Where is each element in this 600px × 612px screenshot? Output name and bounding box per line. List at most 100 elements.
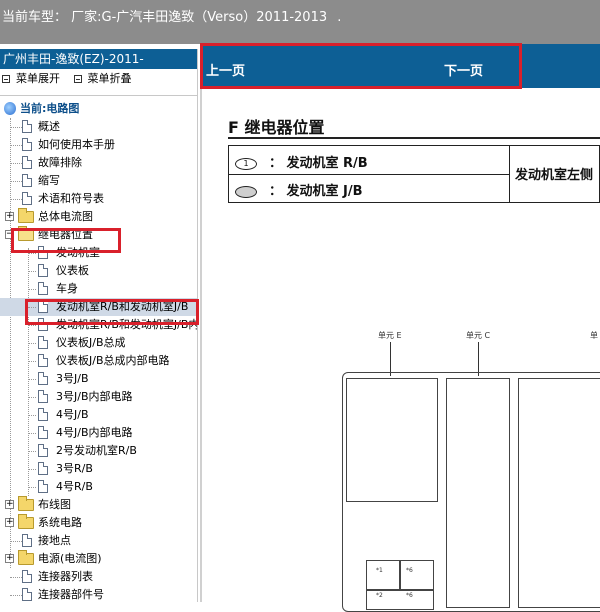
fuse-cell <box>366 560 400 590</box>
tree-connector <box>28 433 36 434</box>
tree-connector <box>28 469 36 470</box>
tree-connector <box>28 289 36 290</box>
marker-oval-filled-icon <box>235 185 257 198</box>
tree-item-label: 仪表板J/B总成内部电路 <box>56 354 170 367</box>
tree-item-label: 布线图 <box>38 498 71 511</box>
title-prefix: 当前车型： <box>2 10 68 25</box>
tree-item-label: 连接器列表 <box>38 570 93 583</box>
tree-connector <box>28 325 36 326</box>
legend-location: 发动机室左侧 <box>515 168 594 183</box>
document-viewer: 上一页 下一页 F 继电器位置 1： 发动机室 R/B ： 发动机室 J/B 发… <box>200 44 600 612</box>
sidebar-header: 广州丰田-逸致(EZ)-2011- <box>0 49 197 69</box>
menu-controls: 菜单展开 菜单折叠 <box>0 69 197 89</box>
folder-icon <box>18 208 34 223</box>
tree-view: 当前:电路图 概述 如何使用本手册 故障排除 缩写 术语和符号表 + 总体电流图… <box>0 100 197 602</box>
tree-root-label: 当前:电路图 <box>20 102 80 115</box>
tree-item-rb4[interactable]: 4号R/B <box>0 478 197 496</box>
tree-item-label: 接地点 <box>38 534 71 547</box>
tree-item-label: 总体电流图 <box>38 210 93 223</box>
tree-item-label: 4号J/B内部电路 <box>56 426 133 439</box>
expand-all-button[interactable]: 菜单展开 <box>2 69 60 89</box>
tree-item-jb4-internal[interactable]: 4号J/B内部电路 <box>0 424 197 442</box>
expand-plus-icon[interactable]: + <box>5 212 14 221</box>
marker-oval-icon: 1 <box>235 157 257 170</box>
document-icon <box>38 390 48 403</box>
highlight-relay-location <box>11 228 121 253</box>
unit-e-block <box>346 378 438 502</box>
folder-icon <box>18 514 34 529</box>
tree-item-troubleshooting[interactable]: 故障排除 <box>0 154 197 172</box>
fuse-cell <box>400 560 434 590</box>
tree-connector <box>28 487 36 488</box>
title-suffix: . <box>337 10 342 25</box>
unit-label: 单元 E <box>378 331 402 340</box>
tree-item-connector-list[interactable]: 连接器列表 <box>0 568 197 586</box>
tree-item-system-circuits[interactable]: + 系统电路 <box>0 514 197 532</box>
collapse-square-icon <box>73 75 82 83</box>
document-icon <box>22 138 32 151</box>
expand-plus-icon[interactable]: + <box>5 500 14 509</box>
tree-item-body[interactable]: 车身 <box>0 280 197 298</box>
tree-connector <box>10 163 22 164</box>
tree-item-label: 仪表板J/B总成 <box>56 336 126 349</box>
tree-connector <box>28 415 36 416</box>
expand-plus-icon[interactable]: + <box>5 554 14 563</box>
tree-item-engine-rb2[interactable]: 2号发动机室R/B <box>0 442 197 460</box>
tree-connector <box>28 451 36 452</box>
tree-item-abbreviations[interactable]: 缩写 <box>0 172 197 190</box>
tree-item-glossary[interactable]: 术语和符号表 <box>0 190 197 208</box>
document-icon <box>22 156 32 169</box>
highlight-navigation <box>200 43 522 89</box>
document-icon <box>22 570 32 583</box>
unit-label: 单元 C <box>466 331 491 340</box>
tree-item-label: 概述 <box>38 120 60 133</box>
tree-item-label: 4号J/B <box>56 408 89 421</box>
expand-all-label: 菜单展开 <box>16 72 60 85</box>
document-icon <box>22 588 32 601</box>
tree-item-overall-flow[interactable]: + 总体电流图 <box>0 208 197 226</box>
expand-plus-icon[interactable]: + <box>5 518 14 527</box>
leader-line <box>478 342 479 376</box>
document-icon <box>38 444 48 457</box>
collapse-all-button[interactable]: 菜单折叠 <box>73 69 132 89</box>
document-icon <box>38 426 48 439</box>
tree-item-label: 电源(电流图) <box>38 552 102 565</box>
tree-item-label: 3号J/B <box>56 372 89 385</box>
tree-item-overview[interactable]: 概述 <box>0 118 197 136</box>
cell-label: *6 <box>406 567 413 574</box>
tree-item-label: 连接器部件号 <box>38 588 104 601</box>
tree-item-label: 4号R/B <box>56 480 93 493</box>
tree-item-wiring[interactable]: + 布线图 <box>0 496 197 514</box>
legend-col-divider <box>509 146 510 202</box>
legend-row-rb: 1 ： 发动机室 R/B <box>235 152 368 171</box>
leader-line <box>390 342 391 376</box>
legend-table: 1 ： 发动机室 R/B ： 发动机室 J/B 发动机室左侧 <box>228 145 600 203</box>
book-icon <box>4 102 16 115</box>
tree-item-connector-part-no[interactable]: 连接器部件号 <box>0 586 197 602</box>
tree-item-jb4[interactable]: 4号J/B <box>0 406 197 424</box>
tree-item-instrument-panel[interactable]: 仪表板 <box>0 262 197 280</box>
tree-item-ip-jb-internal[interactable]: 仪表板J/B总成内部电路 <box>0 352 197 370</box>
tree-connector <box>28 361 36 362</box>
tree-item-label: 仪表板 <box>56 264 89 277</box>
tree-item-label: 术语和符号表 <box>38 192 104 205</box>
tree-connector <box>28 379 36 380</box>
tree-item-manual[interactable]: 如何使用本手册 <box>0 136 197 154</box>
tree-item-ip-jb[interactable]: 仪表板J/B总成 <box>0 334 197 352</box>
tree-item-ground-points[interactable]: 接地点 <box>0 532 197 550</box>
divider <box>0 95 197 96</box>
tree-connector <box>10 541 22 542</box>
title-text: 厂家:G-广汽丰田逸致（Verso）2011-2013 <box>71 10 328 25</box>
tree-root[interactable]: 当前:电路图 <box>0 100 197 118</box>
folder-icon <box>18 550 34 565</box>
tree-item-jb3[interactable]: 3号J/B <box>0 370 197 388</box>
tree-item-power[interactable]: + 电源(电流图) <box>0 550 197 568</box>
title-rule <box>228 137 600 139</box>
tree-item-rb3[interactable]: 3号R/B <box>0 460 197 478</box>
tree-connector <box>28 271 36 272</box>
tree-connector <box>10 145 22 146</box>
tree-connector <box>10 181 22 182</box>
tree-item-jb3-internal[interactable]: 3号J/B内部电路 <box>0 388 197 406</box>
collapse-square-icon <box>2 75 10 83</box>
cell-label: *6 <box>406 592 413 599</box>
